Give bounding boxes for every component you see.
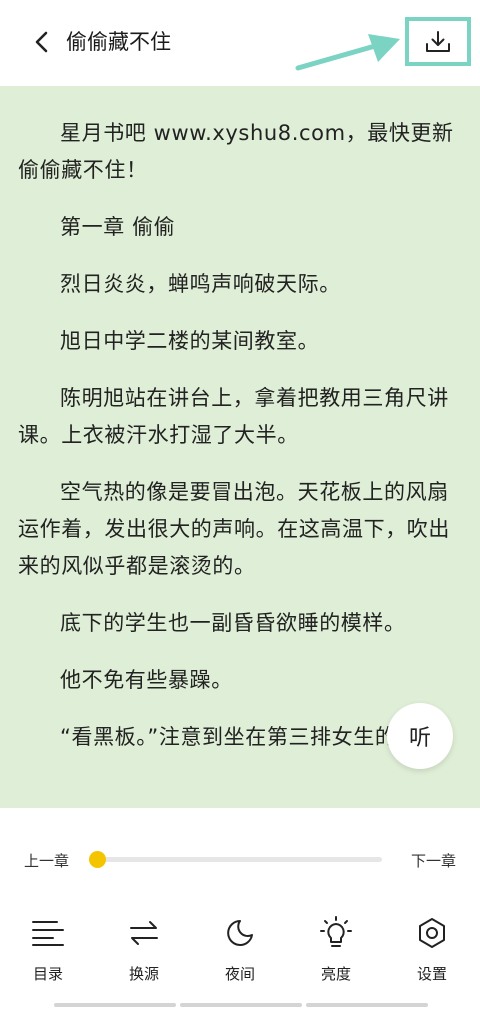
list-icon	[31, 916, 65, 950]
settings-label: 设置	[416, 965, 447, 983]
annotation-arrow-icon	[295, 34, 400, 71]
paragraph: 烈日炎炎，蝉鸣声响破天际。	[60, 272, 341, 296]
change-source-button[interactable]: 换源	[108, 916, 180, 994]
brightness-label: 亮度	[320, 965, 351, 983]
listen-button[interactable]: 听	[387, 703, 453, 769]
prev-chapter-button[interactable]: 上一章	[24, 850, 69, 871]
paragraph: 星月书吧 www.xyshu8.com，最快更新偷偷藏不住！	[18, 121, 454, 182]
paragraph: 陈明旭站在讲台上，拿着把教用三角尺讲课。上衣被汗水打湿了大半。	[18, 386, 449, 447]
nav-indicator	[180, 1003, 302, 1007]
book-title: 偷偷藏不住	[66, 30, 171, 54]
toc-button[interactable]: 目录	[12, 916, 84, 994]
bottom-toolbar: 目录 换源 夜间 亮度 设置	[0, 916, 480, 994]
paragraph: 底下的学生也一副昏昏欲睡的模样。	[60, 611, 406, 635]
paragraph: 空气热的像是要冒出泡。天花板上的风扇运作着，发出很大的声响。在这高温下，吹出来的…	[18, 480, 450, 578]
paragraph: 他不免有些暴躁。	[60, 668, 233, 692]
change-source-label: 换源	[128, 965, 159, 983]
next-chapter-button[interactable]: 下一章	[411, 850, 456, 871]
chevron-left-icon	[35, 31, 48, 53]
bottom-menu: 上一章 下一章 目录 换源 夜间 亮度 设置	[0, 808, 480, 1009]
download-icon	[426, 30, 450, 52]
settings-button[interactable]: 设置	[396, 916, 468, 994]
night-mode-label: 夜间	[224, 965, 255, 983]
chapter-heading: 第一章 偷偷	[60, 215, 176, 239]
nav-indicator	[54, 1003, 176, 1007]
bulb-icon	[319, 916, 353, 950]
back-button[interactable]	[22, 22, 62, 62]
night-mode-button[interactable]: 夜间	[204, 916, 276, 994]
paragraph: 旭日中学二楼的某间教室。	[60, 329, 320, 353]
toc-label: 目录	[32, 965, 63, 983]
reading-content[interactable]: 星月书吧 www.xyshu8.com，最快更新偷偷藏不住！ 第一章 偷偷 烈日…	[0, 86, 480, 808]
nav-indicator	[306, 1003, 428, 1007]
slider-thumb[interactable]	[89, 851, 106, 868]
swap-icon	[127, 916, 161, 950]
gear-icon	[415, 916, 449, 950]
moon-icon	[223, 916, 257, 950]
chapter-progress-slider[interactable]	[97, 857, 382, 862]
brightness-button[interactable]: 亮度	[300, 916, 372, 994]
download-button[interactable]	[405, 17, 471, 66]
